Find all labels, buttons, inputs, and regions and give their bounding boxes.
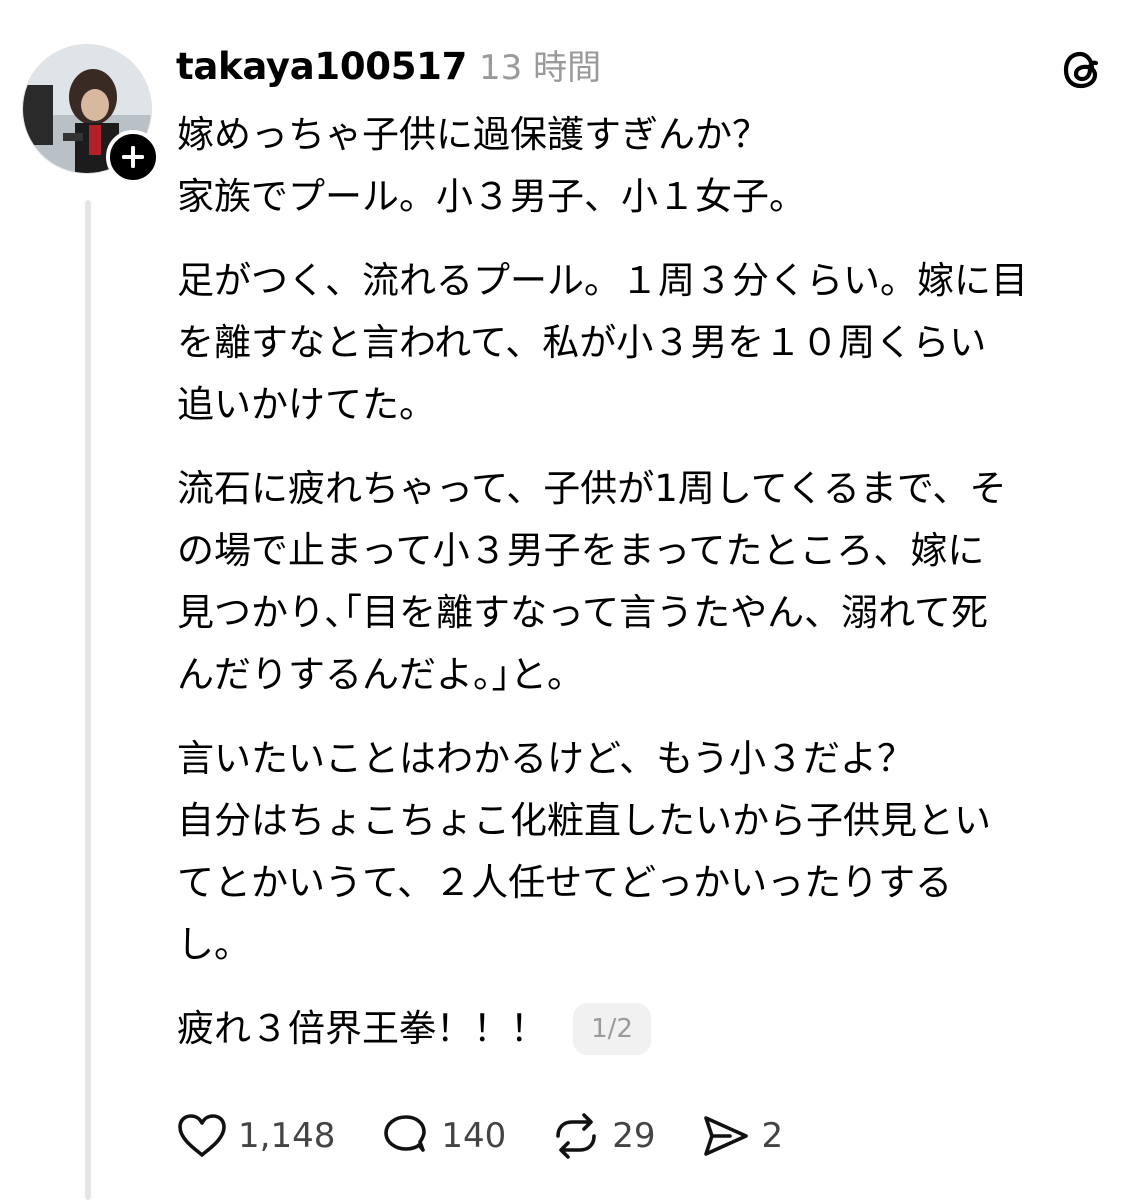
repost-button[interactable]: 29 xyxy=(550,1112,656,1160)
paragraph: 流石に疲れちゃって、子供が1周してくるまで、そ の場で止まって小３男子をまってた… xyxy=(177,458,1117,706)
text-line: てとかいうて、２人任せてどっかいったりする xyxy=(177,861,953,904)
reply-button[interactable]: 140 xyxy=(379,1112,506,1160)
username-link[interactable]: takaya100517 xyxy=(176,45,467,88)
text-line: 言いたいことはわかるけど、もう小３だよ？ xyxy=(177,737,915,780)
text-line: 流石に疲れちゃって、子供が1周してくるまで、そ xyxy=(177,467,1007,510)
text-line: 疲れ３倍界王拳！！！ 1/2 xyxy=(177,998,1117,1060)
paragraph: 足がつく、流れるプール。１周３分くらい。嫁に目 を離すなと言われて、私が小３男を… xyxy=(177,250,1117,436)
text-line: 足がつく、流れるプール。１周３分くらい。嫁に目 xyxy=(177,259,1028,302)
repost-count: 29 xyxy=(612,1116,656,1156)
text-line: 見つかり､｢目を離すなって言うたやん、溺れて死 xyxy=(177,591,989,634)
page-indicator[interactable]: 1/2 xyxy=(573,1003,651,1055)
text-line: を離すなと言われて、私が小３男を１０周くらい xyxy=(177,321,987,364)
post-header: takaya100517 13 時間 xyxy=(176,40,601,90)
post-timestamp[interactable]: 13 時間 xyxy=(479,40,601,89)
like-button[interactable]: 1,148 xyxy=(176,1112,335,1160)
text-line: 嫁めっちゃ子供に過保護すぎんか？ xyxy=(177,113,769,156)
comment-icon xyxy=(384,1115,427,1152)
heart-icon xyxy=(178,1114,226,1157)
text-line: 家族でプール。小３男子、小１女子。 xyxy=(177,175,806,218)
text-line: 自分はちょこちょこ化粧直したいから子供見とい xyxy=(177,799,991,842)
text-line: 追いかけてた。 xyxy=(177,383,436,426)
paragraph: 疲れ３倍界王拳！！！ 1/2 xyxy=(177,998,1117,1060)
text-line: んだりするんだよ。｣と。 xyxy=(177,653,584,696)
share-count: 2 xyxy=(761,1116,784,1156)
text-line: の場で止まって小３男子をまってたところ、嫁に xyxy=(177,529,985,572)
post-body: 嫁めっちゃ子供に過保護すぎんか？ 家族でプール。小３男子、小１女子。 足がつく、… xyxy=(177,104,1117,1060)
send-icon xyxy=(703,1116,748,1156)
repost-icon xyxy=(556,1113,597,1159)
follow-button[interactable] xyxy=(106,130,160,184)
plus-icon xyxy=(122,146,144,168)
closing-text: 疲れ３倍界王拳！！！ xyxy=(177,1007,547,1050)
threads-logo-icon[interactable] xyxy=(1058,46,1106,94)
paragraph: 嫁めっちゃ子供に過保護すぎんか？ 家族でプール。小３男子、小１女子。 xyxy=(177,104,1117,228)
share-button[interactable]: 2 xyxy=(700,1112,784,1160)
like-count: 1,148 xyxy=(238,1116,336,1156)
thread-connector-line xyxy=(85,200,91,1200)
reply-count: 140 xyxy=(441,1116,507,1156)
text-line: し。 xyxy=(177,923,251,966)
action-bar: 1,148 140 29 2 xyxy=(176,1112,827,1160)
paragraph: 言いたいことはわかるけど、もう小３だよ？ 自分はちょこちょこ化粧直したいから子供… xyxy=(177,728,1117,976)
avatar-container[interactable] xyxy=(22,44,160,184)
